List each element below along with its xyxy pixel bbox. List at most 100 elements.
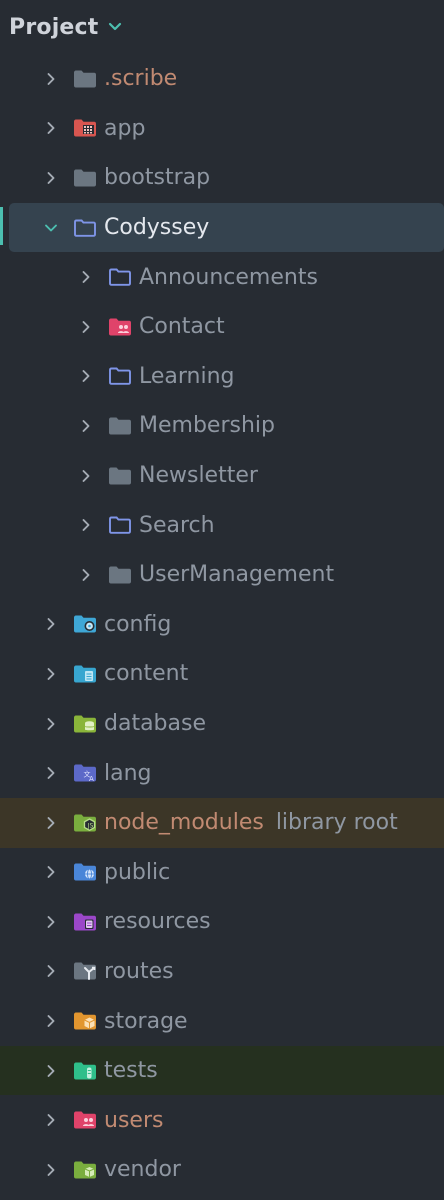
tree-item-vendor[interactable]: vendor bbox=[0, 1145, 444, 1195]
tree-item-public[interactable]: public bbox=[0, 848, 444, 898]
folder-icon bbox=[107, 465, 133, 487]
folder-users-icon bbox=[72, 1109, 98, 1131]
tree-item-app[interactable]: app bbox=[0, 104, 444, 154]
folder-vendor-icon bbox=[72, 1159, 98, 1181]
folder-icon bbox=[107, 415, 133, 437]
tree-item-contact[interactable]: Contact bbox=[0, 302, 444, 352]
tree-item-routes[interactable]: routes bbox=[0, 947, 444, 997]
tree-item-node-modules[interactable]: JS node_modules library root bbox=[0, 797, 444, 848]
tree-item-label: content bbox=[104, 661, 189, 687]
chevron-right-icon[interactable] bbox=[75, 365, 97, 387]
folder-content-icon bbox=[72, 663, 98, 685]
project-header[interactable]: Project bbox=[0, 0, 444, 54]
tree-item-usermanagement[interactable]: UserManagement bbox=[0, 550, 444, 600]
tree-item-content[interactable]: content bbox=[0, 649, 444, 699]
tree-item-codyssey[interactable]: Codyssey bbox=[9, 202, 444, 253]
folder-icon bbox=[107, 564, 133, 586]
folder-users-icon bbox=[107, 316, 133, 338]
tree-item-tests[interactable]: tests bbox=[0, 1045, 444, 1096]
folder-public-icon bbox=[72, 861, 98, 883]
tree-item-label: Codyssey bbox=[104, 215, 210, 241]
tree-item-label: node_modules bbox=[104, 810, 264, 836]
panel-title: Project bbox=[9, 14, 99, 40]
tree-item-label: lang bbox=[104, 760, 152, 786]
library-root-hint: library root bbox=[275, 810, 398, 836]
folder-config-icon bbox=[72, 613, 98, 635]
folder-lang-icon: 文A bbox=[72, 762, 98, 784]
folder-node-icon: JS bbox=[72, 812, 98, 834]
folder-storage-icon bbox=[72, 1010, 98, 1032]
tree-item-label: routes bbox=[104, 958, 174, 984]
chevron-right-icon[interactable] bbox=[40, 911, 62, 933]
folder-outline-icon bbox=[107, 514, 133, 536]
chevron-right-icon[interactable] bbox=[40, 68, 62, 90]
chevron-right-icon[interactable] bbox=[75, 415, 97, 437]
tree-item-label: public bbox=[104, 859, 171, 885]
tree-item-announcements[interactable]: Announcements bbox=[0, 252, 444, 302]
chevron-right-icon[interactable] bbox=[40, 1159, 62, 1181]
tree-item-label: config bbox=[104, 611, 172, 637]
folder-icon bbox=[72, 167, 98, 189]
chevron-right-icon[interactable] bbox=[75, 564, 97, 586]
chevron-right-icon[interactable] bbox=[75, 465, 97, 487]
tree-item-scribe[interactable]: .scribe bbox=[0, 54, 444, 104]
chevron-right-icon[interactable] bbox=[40, 762, 62, 784]
tree-item-learning[interactable]: Learning bbox=[0, 352, 444, 402]
tree-item-membership[interactable]: Membership bbox=[0, 401, 444, 451]
project-panel: Project .scribe app bootstrap Codyssey Annou… bbox=[0, 0, 444, 1200]
folder-outline-icon bbox=[107, 266, 133, 288]
chevron-right-icon[interactable] bbox=[40, 1010, 62, 1032]
folder-outline-icon bbox=[72, 217, 98, 239]
chevron-right-icon[interactable] bbox=[40, 812, 62, 834]
folder-outline-icon bbox=[107, 365, 133, 387]
tree-item-label: Membership bbox=[139, 413, 275, 439]
tree-item-resources[interactable]: resources bbox=[0, 897, 444, 947]
tree-item-label: .scribe bbox=[104, 66, 178, 92]
tree-item-label: resources bbox=[104, 909, 211, 935]
chevron-right-icon[interactable] bbox=[40, 613, 62, 635]
tree-item-label: Search bbox=[139, 512, 215, 538]
tree-item-label: UserManagement bbox=[139, 562, 335, 588]
chevron-down-icon[interactable] bbox=[40, 217, 62, 239]
tree-item-label: app bbox=[104, 115, 146, 141]
tree-item-label: users bbox=[104, 1107, 164, 1133]
tree-item-lang[interactable]: 文 A lang bbox=[0, 748, 444, 798]
chevron-right-icon[interactable] bbox=[75, 266, 97, 288]
chevron-right-icon[interactable] bbox=[40, 861, 62, 883]
tree-item-label: bootstrap bbox=[104, 165, 211, 191]
chevron-right-icon[interactable] bbox=[40, 1109, 62, 1131]
chevron-right-icon[interactable] bbox=[40, 713, 62, 735]
tree-item-search[interactable]: Search bbox=[0, 500, 444, 550]
tree-item-storage[interactable]: storage bbox=[0, 996, 444, 1046]
chevron-right-icon[interactable] bbox=[40, 663, 62, 685]
chevron-right-icon[interactable] bbox=[40, 960, 62, 982]
tree-item-label: Announcements bbox=[139, 264, 318, 290]
folder-database-icon bbox=[72, 713, 98, 735]
tree-item-database[interactable]: database bbox=[0, 699, 444, 749]
folder-tests-icon bbox=[72, 1060, 98, 1082]
chevron-right-icon[interactable] bbox=[40, 1060, 62, 1082]
chevron-right-icon[interactable] bbox=[40, 117, 62, 139]
project-tree: .scribe app bootstrap Codyssey Announcements… bbox=[0, 54, 444, 1195]
tree-item-label: database bbox=[104, 711, 206, 737]
folder-resources-icon bbox=[72, 911, 98, 933]
tree-item-label: Learning bbox=[139, 363, 235, 389]
tree-item-label: Contact bbox=[139, 314, 225, 340]
folder-routes-icon bbox=[72, 960, 98, 982]
tree-item-label: Newsletter bbox=[139, 463, 258, 489]
chevron-right-icon[interactable] bbox=[75, 514, 97, 536]
tree-item-label: vendor bbox=[104, 1157, 181, 1183]
chevron-right-icon[interactable] bbox=[75, 316, 97, 338]
svg-text:A: A bbox=[89, 775, 94, 783]
chevron-down-icon[interactable] bbox=[107, 21, 123, 33]
svg-text:JS: JS bbox=[87, 822, 94, 829]
tree-item-bootstrap[interactable]: bootstrap bbox=[0, 153, 444, 203]
tree-item-users[interactable]: users bbox=[0, 1095, 444, 1145]
tree-item-newsletter[interactable]: Newsletter bbox=[0, 451, 444, 501]
tree-item-config[interactable]: config bbox=[0, 600, 444, 650]
tree-item-label: tests bbox=[104, 1058, 158, 1084]
folder-app-icon bbox=[72, 117, 98, 139]
folder-icon bbox=[72, 68, 98, 90]
chevron-right-icon[interactable] bbox=[40, 167, 62, 189]
tree-item-label: storage bbox=[104, 1008, 188, 1034]
